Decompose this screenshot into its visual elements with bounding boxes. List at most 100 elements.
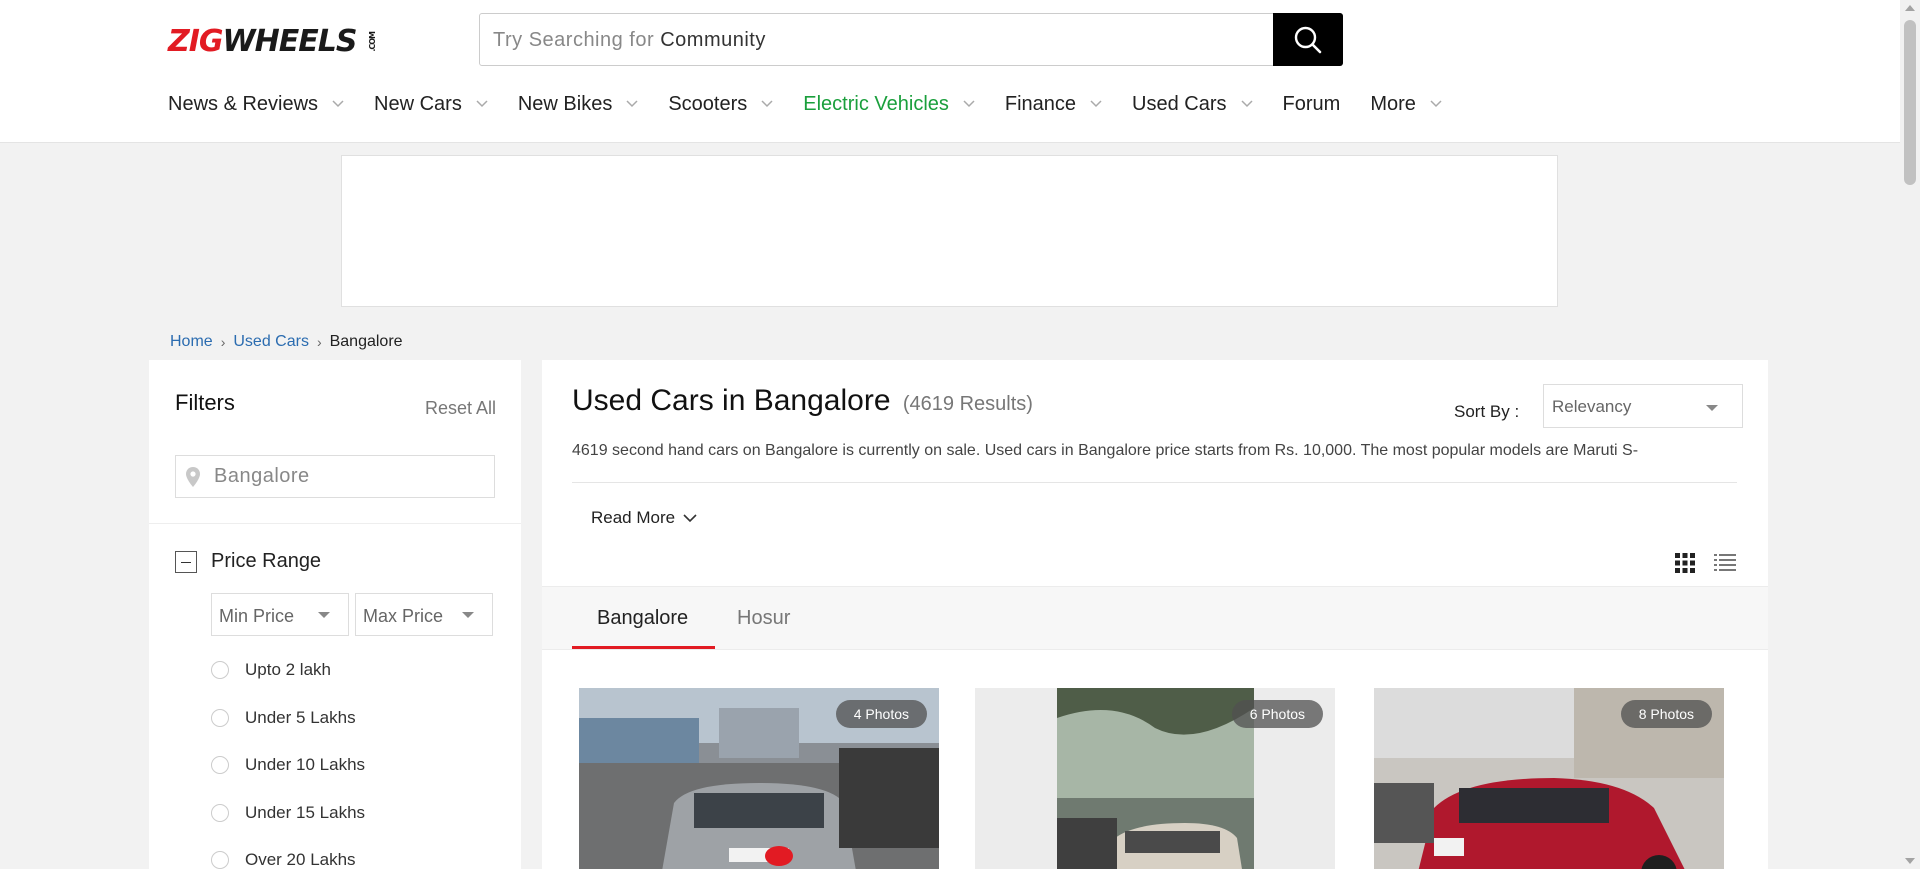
- nav-item-label: Used Cars: [1132, 92, 1227, 115]
- chevron-down-icon: [332, 100, 344, 108]
- scroll-thumb[interactable]: [1904, 20, 1916, 185]
- sort-value: Relevancy: [1552, 397, 1632, 416]
- chevron-down-icon: [1430, 100, 1442, 108]
- advertisement-slot: [341, 155, 1558, 307]
- chevron-down-icon: [1241, 100, 1253, 108]
- location-input[interactable]: [214, 456, 490, 497]
- logo-dotcom: .COM: [368, 32, 378, 52]
- scroll-down-arrow-icon[interactable]: [1905, 858, 1915, 864]
- chevron-down-icon: [476, 100, 488, 108]
- price-option-label: Under 5 Lakhs: [245, 707, 356, 727]
- chevron-down-icon: [683, 513, 697, 522]
- search-input[interactable]: [480, 14, 1274, 65]
- active-tab-indicator: [572, 646, 715, 649]
- nav-item-label: Scooters: [668, 92, 748, 115]
- chevron-down-icon: [963, 100, 975, 108]
- nav-item-label: Finance: [1004, 92, 1077, 115]
- location-pin-icon: [186, 467, 200, 487]
- location-field: [175, 455, 495, 498]
- zigwheels-logo[interactable]: ZIGWHEELS .COM: [168, 27, 388, 57]
- price-option[interactable]: Under 5 Lakhs: [211, 708, 356, 728]
- radio-button[interactable]: [211, 708, 229, 727]
- filters-title: Filters: [175, 390, 235, 415]
- price-option-label: Over 20 Lakhs: [245, 850, 356, 869]
- logo-text-zig: ZIG: [168, 24, 224, 59]
- main-nav: News & Reviews New Cars New Bikes Scooters E…: [168, 88, 1472, 120]
- radio-button[interactable]: [211, 661, 229, 679]
- list-view-icon[interactable]: [1714, 553, 1736, 573]
- nav-item-label: New Bikes: [517, 92, 613, 115]
- breadcrumb-used-cars[interactable]: Used Cars: [233, 333, 309, 351]
- nav-item-electric-vehicles[interactable]: Electric Vehicles: [803, 93, 975, 116]
- breadcrumb-home[interactable]: Home: [170, 333, 213, 351]
- caret-down-icon: [462, 612, 474, 618]
- radio-button[interactable]: [211, 803, 229, 822]
- car-card[interactable]: 4 Photos: [579, 688, 939, 869]
- nav-item-label: Forum: [1282, 92, 1341, 115]
- price-range-title: Price Range: [211, 550, 322, 572]
- photo-count-badge: 6 Photos: [1231, 700, 1323, 728]
- chevron-down-icon: [626, 100, 638, 108]
- grid-view-icon[interactable]: [1675, 553, 1695, 573]
- nav-item-label: News & Reviews: [168, 92, 319, 115]
- city-tabs: Bangalore Hosur: [542, 586, 1768, 650]
- sort-select[interactable]: Relevancy: [1543, 384, 1743, 428]
- nav-item-scooters[interactable]: Scooters: [668, 93, 773, 116]
- breadcrumb-separator-icon: ›: [220, 334, 226, 350]
- results-description: 4619 second hand cars on Bangalore is cu…: [572, 442, 1639, 459]
- description-divider: [572, 482, 1737, 483]
- nav-item-used-cars[interactable]: Used Cars: [1132, 92, 1253, 116]
- max-price-select[interactable]: Max Price: [355, 593, 493, 636]
- page-title-text: Used Cars in Bangalore: [572, 384, 891, 417]
- photo-count-badge: 4 Photos: [835, 700, 927, 728]
- nav-item-new-bikes[interactable]: New Bikes: [518, 93, 638, 116]
- search-icon: [1294, 26, 1322, 53]
- max-price-label: Max Price: [363, 606, 444, 626]
- car-card[interactable]: 6 Photos: [975, 688, 1335, 869]
- radio-button[interactable]: [211, 756, 229, 774]
- results-panel: Used Cars in Bangalore (4619 Results) So…: [542, 360, 1768, 869]
- price-option[interactable]: Under 10 Lakhs: [211, 755, 365, 775]
- search-button[interactable]: [1273, 13, 1343, 66]
- nav-item-new-cars[interactable]: New Cars: [374, 93, 488, 116]
- price-range-header: Price Range: [175, 550, 321, 573]
- reset-all-button[interactable]: Reset All: [425, 398, 496, 419]
- price-option[interactable]: Over 20 Lakhs: [211, 850, 356, 869]
- price-option-label: Under 15 Lakhs: [245, 802, 366, 822]
- collapse-minus-icon[interactable]: [175, 550, 197, 573]
- nav-item-label: New Cars: [374, 92, 462, 115]
- read-more-label: Read More: [591, 508, 676, 527]
- page-scrollbar[interactable]: [1900, 0, 1920, 869]
- min-price-select[interactable]: Min Price: [211, 593, 349, 636]
- logo-text-wheels: WHEELS: [222, 24, 358, 59]
- results-count: (4619 Results): [902, 393, 1033, 415]
- breadcrumb-current: Bangalore: [329, 333, 403, 350]
- nav-item-news-reviews[interactable]: News & Reviews: [168, 93, 344, 116]
- nav-item-more[interactable]: More: [1370, 93, 1442, 116]
- price-option-label: Upto 2 lakh: [245, 660, 331, 679]
- car-card[interactable]: 8 Photos: [1374, 688, 1724, 869]
- price-option[interactable]: Under 15 Lakhs: [211, 803, 365, 823]
- scroll-up-arrow-icon[interactable]: [1905, 5, 1915, 11]
- search-box: Try Searching for Community: [479, 13, 1343, 66]
- chevron-down-icon: [1090, 100, 1102, 108]
- tab-bangalore[interactable]: Bangalore: [597, 607, 688, 630]
- caret-down-icon: [318, 612, 330, 618]
- min-price-label: Min Price: [219, 606, 295, 626]
- price-option[interactable]: Upto 2 lakh: [211, 660, 331, 680]
- sort-by-label: Sort By :: [1454, 402, 1520, 421]
- nav-item-forum[interactable]: Forum: [1283, 93, 1341, 116]
- nav-item-label: More: [1370, 92, 1416, 115]
- price-option-label: Under 10 Lakhs: [245, 755, 366, 774]
- radio-button[interactable]: [211, 851, 229, 869]
- tab-hosur[interactable]: Hosur: [737, 607, 790, 630]
- nav-item-label: Electric Vehicles: [803, 92, 949, 115]
- chevron-down-icon: [761, 100, 773, 108]
- site-header: ZIGWHEELS .COM Try Searching for Communi…: [0, 0, 1900, 143]
- filters-panel: Filters Reset All Price Range Min Price …: [149, 360, 521, 869]
- page-title: Used Cars in Bangalore (4619 Results): [572, 384, 1033, 418]
- breadcrumb: Home › Used Cars › Bangalore: [170, 333, 403, 351]
- read-more-button[interactable]: Read More: [591, 508, 697, 528]
- caret-down-icon: [1706, 405, 1718, 411]
- nav-item-finance[interactable]: Finance: [1005, 93, 1102, 116]
